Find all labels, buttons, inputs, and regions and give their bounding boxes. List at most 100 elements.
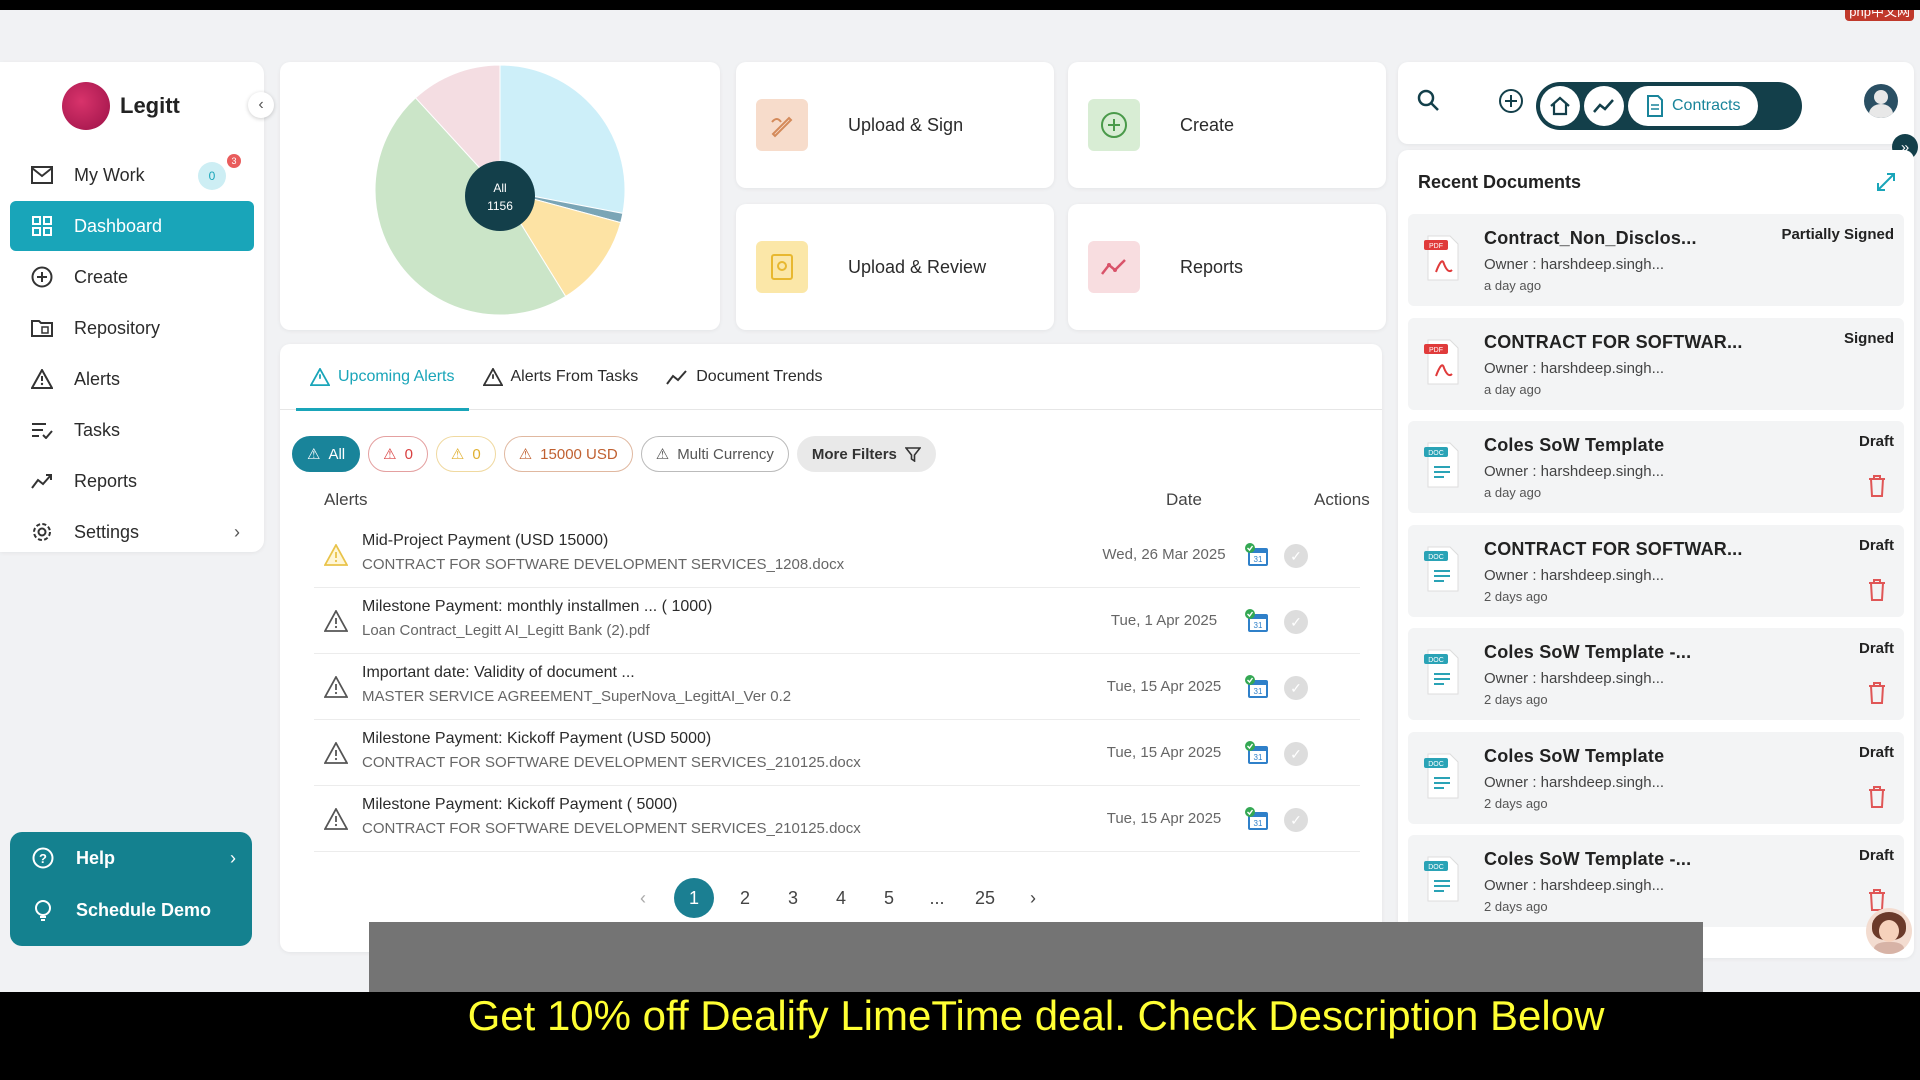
contracts-label: Contracts <box>1672 97 1741 114</box>
document-time: 2 days ago <box>1484 899 1548 914</box>
add-to-calendar-icon[interactable]: 31 <box>1244 674 1270 700</box>
video-caption: Get 10% off Dealify LimeTime deal. Check… <box>369 992 1703 1080</box>
alert-row[interactable]: Mid-Project Payment (USD 15000) CONTRACT … <box>314 522 1360 588</box>
alert-document: MASTER SERVICE AGREEMENT_SuperNova_Legit… <box>362 688 792 705</box>
tab-document-trends[interactable]: Document Trends <box>652 344 836 410</box>
mark-done-button[interactable]: ✓ <box>1284 808 1308 832</box>
expand-icon[interactable] <box>1876 172 1896 192</box>
tab-alerts-from-tasks[interactable]: Alerts From Tasks <box>469 344 653 410</box>
filter-all[interactable]: ⚠ All <box>292 436 361 472</box>
svg-text:31: 31 <box>1254 753 1263 762</box>
filter-amount[interactable]: ⚠ 15000 USD <box>503 436 633 472</box>
alert-title: Important date: Validity of document ... <box>362 664 635 681</box>
sidebar-item-alerts[interactable]: Alerts <box>10 354 254 404</box>
filter-multi-currency[interactable]: ⚠ Multi Currency <box>640 436 789 472</box>
add-to-calendar-icon[interactable]: 31 <box>1244 542 1270 568</box>
page-button[interactable]: 4 <box>824 879 858 917</box>
status-badge: Draft <box>1858 640 1894 657</box>
create-action[interactable]: Create <box>1068 62 1386 188</box>
recent-document-item[interactable]: DOC CONTRACT FOR SOFTWAR... Owner : harshd… <box>1408 524 1904 617</box>
delete-icon[interactable] <box>1868 682 1886 704</box>
home-button[interactable] <box>1540 86 1580 126</box>
document-name: Coles SoW Template <box>1484 745 1665 766</box>
sidebar-item-dashboard[interactable]: Dashboard <box>10 201 254 251</box>
add-to-calendar-icon[interactable]: 31 <box>1244 806 1270 832</box>
schedule-demo-button[interactable]: Schedule Demo <box>10 884 252 936</box>
svg-text:DOC: DOC <box>1428 761 1444 768</box>
add-to-calendar-icon[interactable]: 31 <box>1244 740 1270 766</box>
alert-row[interactable]: Important date: Validity of document ...… <box>314 654 1360 720</box>
upload-review-action[interactable]: Upload & Review <box>736 204 1054 330</box>
mark-done-button[interactable]: ✓ <box>1284 610 1308 634</box>
document-name: CONTRACT FOR SOFTWAR... <box>1484 331 1743 352</box>
alert-document: Loan Contract_Legitt AI_Legitt Bank (2).… <box>362 622 650 639</box>
filter-warning[interactable]: ⚠ 0 <box>435 436 496 472</box>
add-icon[interactable] <box>1498 88 1524 114</box>
page-button[interactable]: 25 <box>968 879 1002 917</box>
alert-row[interactable]: Milestone Payment: Kickoff Payment ( 500… <box>314 786 1360 852</box>
contracts-button[interactable]: Contracts <box>1628 86 1759 126</box>
delete-icon[interactable] <box>1868 475 1886 497</box>
alert-row[interactable]: Milestone Payment: Kickoff Payment (USD … <box>314 720 1360 786</box>
caption-text: Get 10% off Dealify LimeTime deal. Check… <box>467 992 1605 1039</box>
prev-page-button[interactable]: ‹ <box>626 879 660 917</box>
analytics-button[interactable] <box>1584 86 1624 126</box>
reports-action[interactable]: Reports <box>1068 204 1386 330</box>
recent-document-item[interactable]: DOC Coles SoW Template Owner : harshdeep.s… <box>1408 731 1904 824</box>
alert-row[interactable]: Milestone Payment: monthly installmen ..… <box>314 588 1360 654</box>
collapse-sidebar-button[interactable]: ‹ <box>248 92 274 118</box>
mark-done-button[interactable]: ✓ <box>1284 742 1308 766</box>
search-icon[interactable] <box>1416 88 1440 112</box>
svg-text:31: 31 <box>1254 687 1263 696</box>
recent-document-item[interactable]: DOC Coles SoW Template Owner : harshdeep.s… <box>1408 421 1904 513</box>
sidebar-item-create[interactable]: Create <box>10 252 254 302</box>
help-icon: ? <box>32 847 54 869</box>
next-page-button[interactable]: › <box>1016 879 1050 917</box>
upload-sign-action[interactable]: Upload & Sign <box>736 62 1054 188</box>
status-badge: Draft <box>1858 847 1894 864</box>
alert-document: CONTRACT FOR SOFTWARE DEVELOPMENT SERVIC… <box>362 754 861 771</box>
doc-file-icon: DOC <box>1424 546 1459 591</box>
delete-icon[interactable] <box>1868 785 1886 808</box>
sidebar-item-reports[interactable]: Reports <box>10 456 254 506</box>
alert-document: CONTRACT FOR SOFTWARE DEVELOPMENT SERVIC… <box>362 556 845 573</box>
warning-icon <box>324 742 348 764</box>
sidebar-item-label: Repository <box>74 317 161 338</box>
trend-icon <box>30 469 54 493</box>
recent-document-item[interactable]: DOC Coles SoW Template -... Owner : harshd… <box>1408 835 1904 927</box>
recent-document-item[interactable]: PDF Contract_Non_Disclos... Owner : harshd… <box>1408 214 1904 306</box>
warning-icon <box>324 544 348 566</box>
avatar[interactable] <box>1864 84 1898 118</box>
svg-text:31: 31 <box>1254 555 1263 564</box>
sidebar-item-label: Dashboard <box>74 215 163 236</box>
status-badge: Signed <box>1843 329 1894 347</box>
more-filters-button[interactable]: More Filters <box>796 436 936 472</box>
document-time: a day ago <box>1484 485 1542 500</box>
help-button[interactable]: ? Help › <box>10 832 252 884</box>
delete-icon[interactable] <box>1868 578 1886 601</box>
page-button[interactable]: 1 <box>674 878 714 918</box>
svg-text:PDF: PDF <box>1429 347 1443 354</box>
support-chat-avatar[interactable] <box>1866 908 1912 954</box>
sidebar-item-tasks[interactable]: Tasks <box>10 405 254 455</box>
brand-logo[interactable]: Legitt <box>62 82 180 130</box>
filter-critical[interactable]: ⚠ 0 <box>368 436 428 472</box>
create-label: Create <box>1180 114 1235 135</box>
doc-file-icon: DOC <box>1424 753 1459 798</box>
document-time: a day ago <box>1484 278 1542 293</box>
sidebar-item-repository[interactable]: Repository <box>10 303 254 353</box>
page-button[interactable]: 3 <box>776 879 810 917</box>
mark-done-button[interactable]: ✓ <box>1284 544 1308 568</box>
add-to-calendar-icon[interactable]: 31 <box>1244 608 1270 634</box>
tab-upcoming-alerts[interactable]: Upcoming Alerts <box>296 344 469 411</box>
legitt-logo-icon <box>62 82 110 130</box>
recent-document-item[interactable]: DOC Coles SoW Template -... Owner : harshd… <box>1408 628 1904 720</box>
recent-document-item[interactable]: PDF CONTRACT FOR SOFTWAR... Owner : harshd… <box>1408 317 1904 410</box>
pie-center[interactable] <box>465 161 535 231</box>
sidebar-item-my-work[interactable]: My Work 0 3 <box>10 150 254 200</box>
svg-text:DOC: DOC <box>1428 450 1444 457</box>
page-button[interactable]: 5 <box>872 879 906 917</box>
mark-done-button[interactable]: ✓ <box>1284 676 1308 700</box>
page-button[interactable]: 2 <box>728 879 762 917</box>
sidebar-item-settings[interactable]: Settings › <box>10 507 254 557</box>
